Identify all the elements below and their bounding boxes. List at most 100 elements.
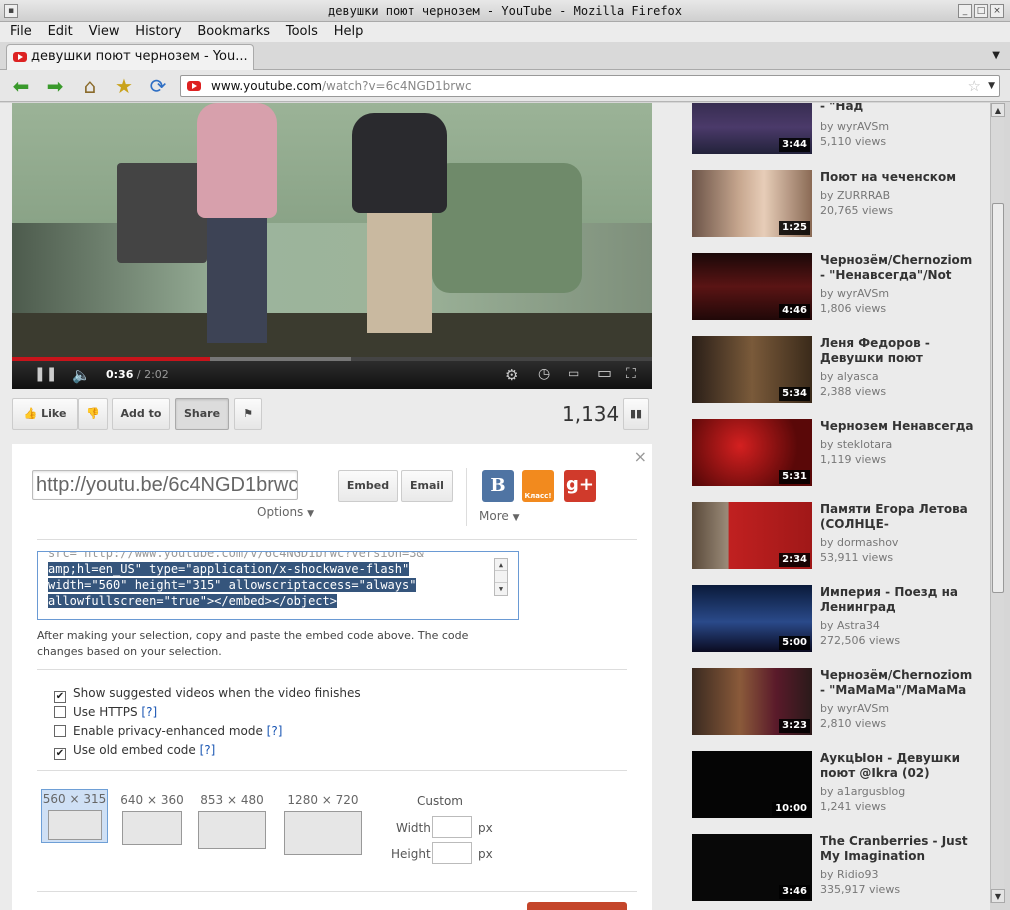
watch-later-clock-icon[interactable]: ◷ — [538, 366, 550, 382]
scroll-down-icon[interactable]: ▼ — [991, 889, 1005, 903]
like-button[interactable]: 👍 Like — [12, 398, 78, 430]
address-bar[interactable]: www.youtube.com/watch?v=6c4NGD1brwc ☆ ▼ — [180, 75, 1000, 97]
privacy-checkbox[interactable] — [54, 725, 66, 737]
old-embed-checkbox[interactable]: ✔ — [54, 748, 66, 760]
browser-tab[interactable]: девушки поют чернозем - You... — [6, 44, 254, 70]
menu-bookmarks[interactable]: Bookmarks — [197, 22, 270, 42]
related-item[interactable]: 5:00 Империя - Поезд на Ленинград by Ast… — [692, 585, 982, 655]
bookmark-star-icon[interactable]: ★ — [111, 74, 137, 98]
stats-button[interactable]: ▮▮ — [623, 398, 649, 430]
help-link[interactable]: [?] — [200, 743, 216, 757]
related-title[interactable]: Чернозём/Chernoziom - "Ненавсегда"/Not — [820, 253, 980, 283]
minimize-icon[interactable]: _ — [958, 4, 972, 18]
video-thumbnail[interactable]: 5:00 — [692, 585, 812, 652]
related-title[interactable]: The Cranberries - Just My Imagination — [820, 834, 980, 864]
option-old-embed[interactable]: ✔ Use old embed code [?] — [54, 743, 215, 760]
menu-view[interactable]: View — [89, 22, 120, 42]
scrollbar-thumb[interactable] — [992, 203, 1004, 593]
menu-file[interactable]: File — [10, 22, 32, 42]
volume-icon[interactable]: 🔈 — [72, 366, 91, 384]
video-thumbnail[interactable]: 3:23 — [692, 668, 812, 735]
menu-history[interactable]: History — [135, 22, 181, 42]
option-suggested-videos[interactable]: ✔ Show suggested videos when the video fi… — [54, 686, 361, 703]
related-item[interactable]: 1:25 Поют на чеченском by ZURRRAB 20,765… — [692, 170, 982, 240]
maximize-icon[interactable]: □ — [974, 4, 988, 18]
related-item[interactable]: 3:46 The Cranberries - Just My Imaginati… — [692, 834, 982, 904]
flag-button[interactable]: ⚑ — [234, 398, 262, 430]
related-item[interactable]: 2:34 Памяти Егора Летова (СОЛНЦЕ- by dor… — [692, 502, 982, 572]
google-plus-icon[interactable]: g+ — [564, 470, 596, 502]
video-thumbnail[interactable]: 10:00 — [692, 751, 812, 818]
tab-list-chevron-icon[interactable]: ▼ — [992, 50, 1000, 61]
related-title[interactable]: Памяти Егора Летова (СОЛНЦЕ- — [820, 502, 980, 532]
related-item[interactable]: 3:44 - "Над by wyrAVSm 5,110 views — [692, 103, 982, 157]
settings-gear-icon[interactable]: ⚙ — [505, 366, 518, 384]
custom-width-input[interactable] — [432, 816, 472, 838]
video-thumbnail[interactable]: 3:46 — [692, 834, 812, 901]
menu-edit[interactable]: Edit — [48, 22, 73, 42]
option-use-https[interactable]: Use HTTPS [?] — [54, 705, 157, 719]
video-thumbnail[interactable]: 4:46 — [692, 253, 812, 320]
video-thumbnail[interactable]: 5:31 — [692, 419, 812, 486]
related-title[interactable]: АукцЫон - Девушки поют @Ikra (02) — [820, 751, 980, 781]
related-title[interactable]: Империя - Поезд на Ленинград — [820, 585, 980, 615]
short-link-input[interactable]: http://youtu.be/6c4NGD1brwc — [32, 470, 298, 500]
video-player[interactable] — [12, 103, 652, 360]
video-thumbnail[interactable]: 5:34 — [692, 336, 812, 403]
related-title[interactable]: Чернозем Ненавсегда — [820, 419, 980, 434]
close-window-icon[interactable]: × — [990, 4, 1004, 18]
related-item[interactable]: 4:46 Чернозём/Chernoziom - "Ненавсегда"/… — [692, 253, 982, 323]
video-thumbnail[interactable]: 3:44 — [692, 103, 812, 154]
size-560[interactable]: 560 × 315 — [41, 789, 108, 843]
size-1280[interactable]: 1280 × 720 — [282, 793, 364, 855]
video-thumbnail[interactable]: 2:34 — [692, 502, 812, 569]
add-to-button[interactable]: Add to — [112, 398, 170, 430]
pause-icon[interactable]: ❚❚ — [34, 366, 57, 382]
back-arrow-icon[interactable]: ⬅ — [8, 74, 34, 98]
large-player-icon[interactable]: ▭ — [597, 363, 612, 382]
home-icon[interactable]: ⌂ — [77, 74, 103, 98]
close-share-icon[interactable]: × — [634, 447, 647, 466]
related-item[interactable]: 3:23 Чернозём/Chernoziom - "МаМаМа"/МаМа… — [692, 668, 982, 738]
help-link[interactable]: [?] — [141, 705, 157, 719]
forward-arrow-icon[interactable]: ➡ — [42, 74, 68, 98]
related-title[interactable]: Леня Федоров - Девушки поют — [820, 336, 980, 366]
page-scrollbar[interactable]: ▲ ▼ — [990, 103, 1005, 903]
related-title[interactable]: - "Над — [820, 103, 980, 114]
vkontakte-icon[interactable]: B — [482, 470, 514, 502]
more-share-toggle[interactable]: More ▼ — [479, 509, 520, 523]
menu-help[interactable]: Help — [334, 22, 364, 42]
fullscreen-icon[interactable]: ⛶ — [626, 366, 636, 382]
share-options-toggle[interactable]: Options ▼ — [257, 505, 314, 519]
video-thumbnail[interactable]: 1:25 — [692, 170, 812, 237]
embed-button[interactable]: Embed — [338, 470, 398, 502]
related-views: 1,241 views — [820, 800, 887, 813]
reload-icon[interactable]: ⟳ — [145, 74, 171, 98]
bookmark-page-star-icon[interactable]: ☆ — [968, 77, 981, 95]
option-privacy-mode[interactable]: Enable privacy-enhanced mode [?] — [54, 724, 282, 738]
code-scrollbar[interactable]: ▲ ▼ — [494, 558, 508, 596]
related-title[interactable]: Поют на чеченском — [820, 170, 980, 185]
view-count: 1,134 — [562, 402, 620, 426]
odnoklassniki-icon[interactable]: Класс! — [522, 470, 554, 502]
size-640[interactable]: 640 × 360 — [118, 793, 186, 845]
related-title[interactable]: Чернозём/Chernoziom - "МаМаМа"/МаМаМа — [820, 668, 980, 698]
email-button[interactable]: Email — [401, 470, 453, 502]
https-checkbox[interactable] — [54, 706, 66, 718]
related-item[interactable]: 5:31 Чернозем Ненавсегда by steklotara 1… — [692, 419, 982, 489]
scroll-up-icon[interactable]: ▲ — [991, 103, 1005, 117]
suggested-videos-checkbox[interactable]: ✔ — [54, 691, 66, 703]
dislike-button[interactable]: 👎 — [78, 398, 108, 430]
related-item[interactable]: 5:34 Леня Федоров - Девушки поют by alya… — [692, 336, 982, 406]
small-player-icon[interactable]: ▭ — [568, 366, 579, 380]
share-button[interactable]: Share — [175, 398, 229, 430]
size-853[interactable]: 853 × 480 — [196, 793, 268, 849]
menu-tools[interactable]: Tools — [286, 22, 318, 42]
related-views: 1,806 views — [820, 302, 887, 315]
custom-height-input[interactable] — [432, 842, 472, 864]
url-history-chevron-icon[interactable]: ▼ — [988, 81, 995, 91]
embed-code-textarea[interactable]: src="http://www.youtube.com/v/6c4NGD1brw… — [37, 551, 519, 620]
related-item[interactable]: 10:00 АукцЫон - Девушки поют @Ikra (02) … — [692, 751, 982, 821]
help-link[interactable]: [?] — [267, 724, 283, 738]
partial-button[interactable] — [527, 902, 627, 910]
